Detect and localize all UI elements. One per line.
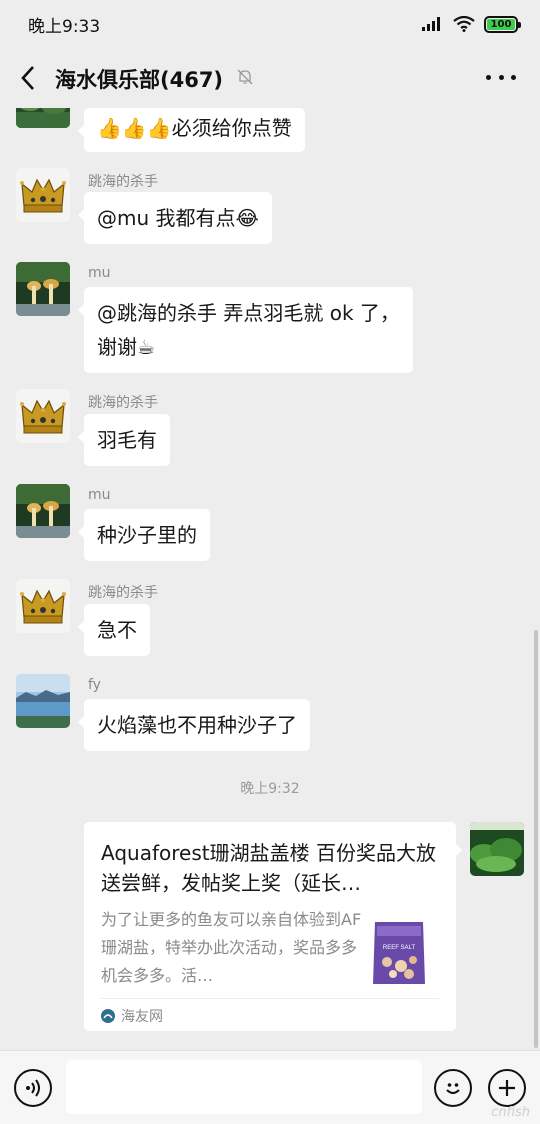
watermark: cnfish bbox=[491, 1105, 530, 1120]
message-bubble[interactable]: 火焰藻也不用种沙子了 bbox=[78, 699, 310, 751]
wifi-icon bbox=[453, 16, 475, 32]
plus-icon bbox=[499, 1080, 515, 1096]
back-button[interactable] bbox=[14, 62, 42, 94]
thumbnail-label: REEF SALT bbox=[383, 945, 416, 951]
sender-name: 跳海的杀手 bbox=[88, 395, 158, 411]
chat-message-list[interactable]: 👍👍👍必须给你点赞 跳海的杀手 @mu 我都有点😂 mu @跳海的杀手 弄点羽毛… bbox=[0, 108, 540, 1050]
source-name: 海友网 bbox=[121, 1009, 163, 1025]
status-time: 晚上9:33 bbox=[28, 17, 101, 37]
message-text: 必须给你点赞 bbox=[171, 116, 292, 140]
avatar-mu[interactable] bbox=[16, 484, 70, 538]
sender-name: mu bbox=[88, 487, 111, 503]
message-text: @跳海的杀手 弄点羽毛就 ok 了， bbox=[97, 301, 400, 325]
link-card-description: 为了让更多的鱼友可以亲自体验到AF珊湖盐，特举办此次活动，奖品多多机会多多。活… bbox=[101, 910, 362, 985]
card-divider bbox=[101, 998, 439, 999]
emoji-button[interactable] bbox=[434, 1069, 472, 1107]
cellular-signal-icon bbox=[422, 17, 440, 31]
message-bubble[interactable]: @跳海的杀手 弄点羽毛就 ok 了， 谢谢☕ bbox=[78, 287, 413, 373]
message-text: 种沙子里的 bbox=[97, 523, 197, 547]
thumbs-up-emoji: 👍👍👍 bbox=[97, 116, 172, 140]
message-text: 火焰藻也不用种沙子了 bbox=[97, 713, 297, 737]
avatar[interactable] bbox=[16, 108, 70, 128]
message-timestamp: 晚上9:32 bbox=[240, 781, 300, 797]
message-text: 羽毛有 bbox=[97, 428, 157, 452]
voice-icon bbox=[26, 1079, 40, 1097]
dot-icon bbox=[486, 74, 491, 80]
message-bubble[interactable]: 羽毛有 bbox=[78, 414, 170, 466]
avatar-mu[interactable] bbox=[16, 262, 70, 316]
chat-header: 海水俱乐部(467) bbox=[0, 48, 540, 108]
battery-icon: 100 bbox=[484, 15, 521, 33]
sender-name: mu bbox=[88, 265, 111, 281]
avatar-crown[interactable] bbox=[16, 168, 70, 222]
more-actions-button[interactable] bbox=[488, 1069, 526, 1107]
dot-icon bbox=[511, 74, 516, 80]
avatar-crown[interactable] bbox=[16, 389, 70, 443]
message-bubble[interactable]: @mu 我都有点😂 bbox=[78, 192, 272, 244]
avatar-fy[interactable] bbox=[16, 674, 70, 728]
message-text-input[interactable] bbox=[66, 1060, 422, 1114]
message-text-line2: 谢谢☕ bbox=[97, 335, 155, 359]
status-icons: 100 bbox=[422, 14, 521, 34]
mute-bell-icon bbox=[237, 69, 253, 85]
chat-title: 海水俱乐部(467) bbox=[55, 68, 224, 92]
sender-name: 跳海的杀手 bbox=[88, 174, 158, 190]
dot-icon bbox=[498, 74, 504, 80]
battery-level: 100 bbox=[490, 18, 512, 30]
smiley-icon bbox=[446, 1083, 460, 1094]
link-card-title: Aquaforest珊湖盐盖楼 百份奖品大放送尝鲜，发帖奖上奖（延长… bbox=[101, 841, 436, 895]
sender-name: 跳海的杀手 bbox=[88, 585, 158, 601]
product-thumbnail: REEF SALT bbox=[367, 914, 431, 990]
sender-name: fy bbox=[88, 677, 101, 693]
message-bubble[interactable]: 急不 bbox=[78, 604, 150, 656]
avatar-crown[interactable] bbox=[16, 579, 70, 633]
link-card-source: 海友网 bbox=[101, 1006, 163, 1026]
more-options-button[interactable] bbox=[486, 70, 516, 84]
voice-input-button[interactable] bbox=[14, 1069, 52, 1107]
my-avatar[interactable] bbox=[470, 822, 524, 876]
source-logo-icon bbox=[101, 1009, 115, 1023]
link-card[interactable]: Aquaforest珊湖盐盖楼 百份奖品大放送尝鲜，发帖奖上奖（延长… 为了让更… bbox=[84, 822, 462, 1031]
message-text: 急不 bbox=[97, 618, 137, 642]
message-bubble[interactable]: 种沙子里的 bbox=[78, 509, 210, 561]
message-bubble[interactable]: 👍👍👍必须给你点赞 bbox=[78, 108, 305, 152]
status-bar: 晚上9:33 100 bbox=[0, 0, 540, 48]
chevron-left-icon bbox=[21, 66, 34, 90]
message-text: @mu 我都有点😂 bbox=[97, 206, 259, 230]
scroll-indicator[interactable] bbox=[534, 630, 538, 1048]
message-input-bar: cnfish bbox=[0, 1050, 540, 1124]
